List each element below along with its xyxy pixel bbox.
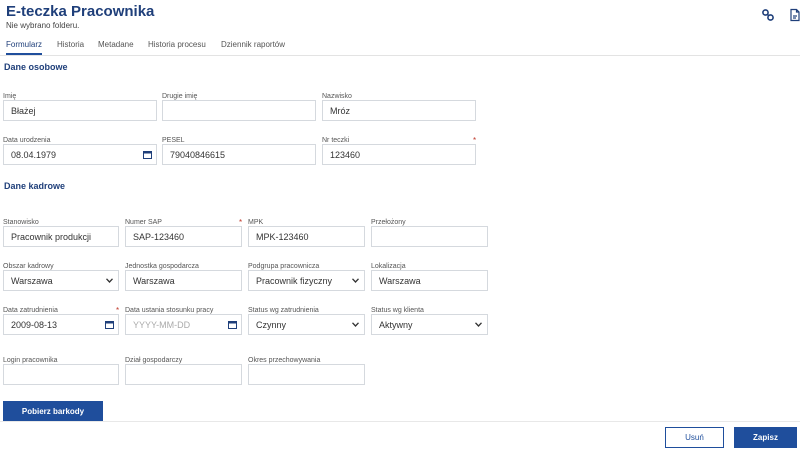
lokalizacja-value: Warszawa: [379, 275, 421, 286]
stanowisko-label: Stanowisko: [3, 219, 39, 226]
stanowisko-input[interactable]: Pracownik produkcji: [3, 226, 119, 247]
obszar-kadrowy-select[interactable]: Warszawa: [3, 270, 119, 291]
status-klienta-label: Status wg klienta: [371, 307, 424, 314]
data-zatrudnienia-input[interactable]: 2009-08-13: [3, 314, 119, 335]
dzial-label: Dział gospodarczy: [125, 357, 183, 364]
section-heading-personal: Dane osobowe: [4, 62, 68, 72]
obszar-kadrowy-value: Warszawa: [11, 275, 53, 286]
status-zatrudnienia-label: Status wg zatrudnienia: [248, 307, 319, 314]
save-button[interactable]: Zapisz: [734, 427, 797, 448]
footer-divider: [0, 421, 800, 422]
calendar-icon[interactable]: [143, 150, 152, 159]
dzial-input[interactable]: [125, 364, 242, 385]
calendar-icon[interactable]: [105, 320, 114, 329]
status-klienta-select[interactable]: Aktywny: [371, 314, 488, 335]
login-label: Login pracownika: [3, 357, 58, 364]
nr-teczki-label: Nr teczki: [322, 137, 350, 144]
drugie-imie-input[interactable]: [162, 100, 316, 121]
chevron-down-icon: [352, 278, 359, 283]
chevron-down-icon: [352, 322, 359, 327]
data-ustania-label: Data ustania stosunku pracy: [125, 307, 214, 314]
tab-historia[interactable]: Historia: [57, 40, 84, 49]
mpk-label: MPK: [248, 219, 264, 226]
obszar-kadrowy-label: Obszar kadrowy: [3, 263, 54, 270]
podgrupa-label: Podgrupa pracownicza: [248, 263, 320, 270]
status-zatrudnienia-value: Czynny: [256, 319, 287, 330]
nazwisko-value: Mróz: [330, 105, 350, 116]
get-barcodes-button[interactable]: Pobierz barkody: [3, 401, 103, 422]
imie-input[interactable]: Błażej: [3, 100, 157, 121]
mpk-input[interactable]: MPK-123460: [248, 226, 365, 247]
chevron-down-icon: [475, 322, 482, 327]
okres-label: Okres przechowywania: [248, 357, 321, 364]
drugie-imie-label: Drugie imię: [162, 93, 198, 100]
section-heading-hr: Dane kadrowe: [4, 181, 66, 191]
pesel-label: PESEL: [162, 137, 185, 144]
data-urodzenia-input[interactable]: 08.04.1979: [3, 144, 157, 165]
imie-value: Błażej: [11, 105, 36, 116]
podgrupa-select[interactable]: Pracownik fizyczny: [248, 270, 365, 291]
tab-formularz[interactable]: Formularz: [6, 40, 43, 55]
pesel-value: 79040846615: [170, 149, 226, 160]
stanowisko-value: Pracownik produkcji: [11, 231, 92, 242]
link-icon[interactable]: [761, 8, 775, 22]
data-zatrudnienia-value: 2009-08-13: [11, 319, 58, 330]
status-zatrudnienia-select[interactable]: Czynny: [248, 314, 365, 335]
folder-status-text: Nie wybrano folderu.: [6, 21, 80, 30]
pesel-input[interactable]: 79040846615: [162, 144, 316, 165]
przelozony-label: Przełożony: [371, 219, 406, 226]
nazwisko-input[interactable]: Mróz: [322, 100, 476, 121]
jednostka-value: Warszawa: [133, 275, 175, 286]
login-input[interactable]: [3, 364, 119, 385]
mpk-value: MPK-123460: [256, 231, 309, 242]
tab-dziennik-raportow[interactable]: Dziennik raportów: [221, 40, 285, 49]
nr-teczki-value: 123460: [330, 149, 361, 160]
data-ustania-placeholder: YYYY-MM-DD: [133, 319, 191, 330]
page-title: E-teczka Pracownika: [6, 3, 155, 20]
tab-historia-procesu[interactable]: Historia procesu: [148, 40, 206, 49]
status-klienta-value: Aktywny: [379, 319, 413, 330]
imie-label: Imię: [3, 93, 17, 100]
data-ustania-input[interactable]: YYYY-MM-DD: [125, 314, 242, 335]
document-icon[interactable]: [788, 8, 800, 22]
numer-sap-label: Numer SAP: [125, 219, 162, 226]
data-urodzenia-value: 08.04.1979: [11, 149, 57, 160]
numer-sap-value: SAP-123460: [133, 231, 185, 242]
lokalizacja-input[interactable]: Warszawa: [371, 270, 488, 291]
delete-button[interactable]: Usuń: [665, 427, 724, 448]
calendar-icon[interactable]: [228, 320, 237, 329]
data-urodzenia-label: Data urodzenia: [3, 137, 51, 144]
data-zatrudnienia-label: Data zatrudnienia: [3, 307, 58, 314]
podgrupa-value: Pracownik fizyczny: [256, 275, 333, 286]
jednostka-input[interactable]: Warszawa: [125, 270, 242, 291]
jednostka-label: Jednostka gospodarcza: [125, 263, 199, 270]
numer-sap-input[interactable]: SAP-123460: [125, 226, 242, 247]
chevron-down-icon: [106, 278, 113, 283]
tab-bar: Formularz Historia Metadane Historia pro…: [0, 36, 800, 56]
tab-metadane[interactable]: Metadane: [98, 40, 134, 49]
lokalizacja-label: Lokalizacja: [371, 263, 406, 270]
okres-input[interactable]: [248, 364, 365, 385]
nr-teczki-input[interactable]: 123460: [322, 144, 476, 165]
nazwisko-label: Nazwisko: [322, 93, 352, 100]
przelozony-input[interactable]: [371, 226, 488, 247]
